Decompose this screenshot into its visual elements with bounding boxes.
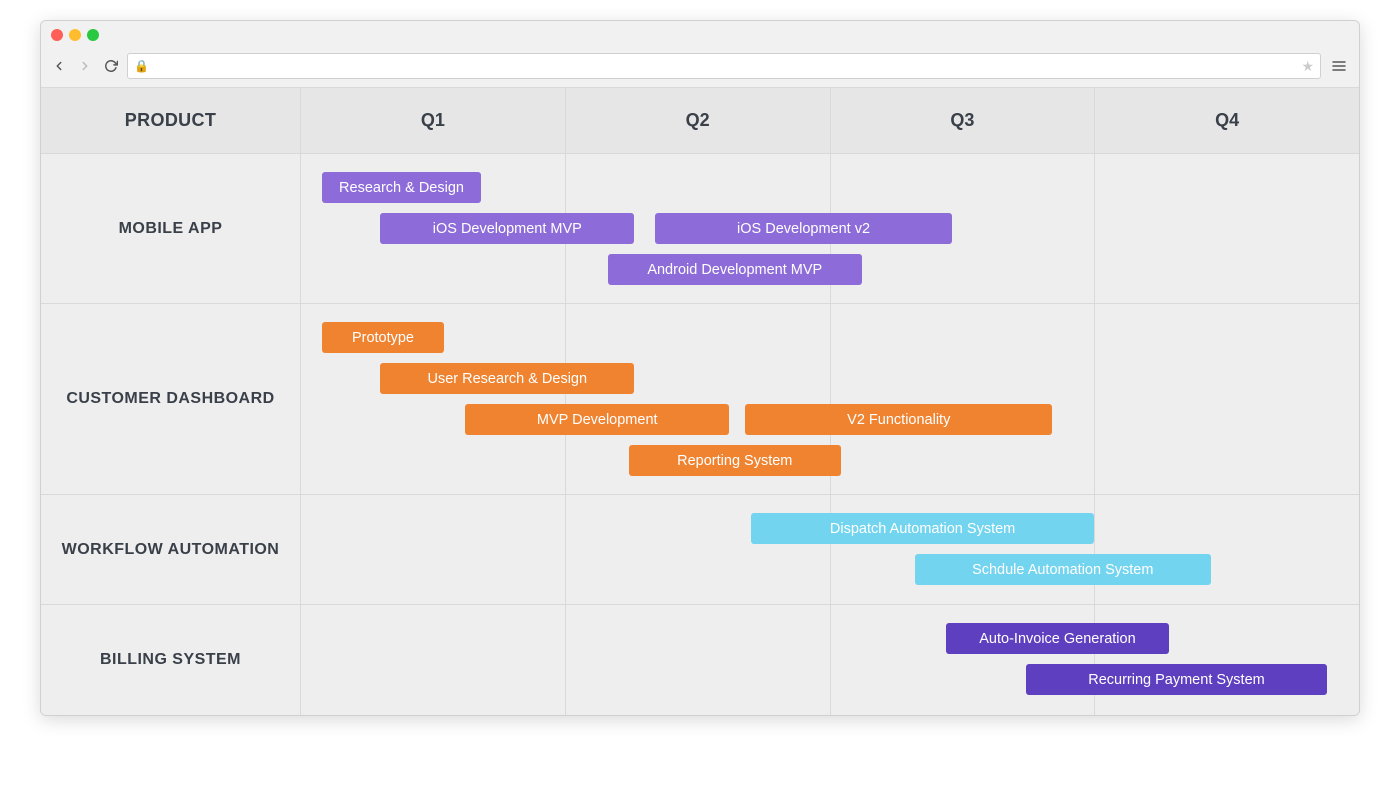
bars-container: Auto-Invoice Generation Recurring Payment… — [301, 623, 1359, 695]
roadmap-bar[interactable]: Recurring Payment System — [1026, 664, 1328, 695]
column-header-product: PRODUCT — [41, 88, 301, 153]
lock-icon: 🔒 — [134, 59, 149, 73]
bar-line: Android Development MVP — [301, 254, 1359, 285]
reload-icon — [104, 59, 118, 73]
roadmap-grid: PRODUCT Q1 Q2 Q3 Q4 MOBILE APP Research &… — [41, 88, 1359, 715]
window-zoom-icon[interactable] — [87, 29, 99, 41]
roadmap-row: BILLING SYSTEM Auto-Invoice Generation Rec… — [41, 605, 1359, 715]
column-header-q2: Q2 — [566, 88, 831, 153]
window-minimize-icon[interactable] — [69, 29, 81, 41]
bars-container: Research & DesigniOS Development MVPiOS … — [301, 172, 1359, 285]
roadmap-bar[interactable]: MVP Development — [465, 404, 730, 435]
column-header-q3: Q3 — [831, 88, 1096, 153]
window-close-icon[interactable] — [51, 29, 63, 41]
row-body: Prototype User Research & Design MVP Devel… — [301, 304, 1359, 494]
bars-container: Prototype User Research & Design MVP Devel… — [301, 322, 1359, 476]
row-body: Dispatch Automation System Schdule Automa… — [301, 495, 1359, 604]
roadmap-bar[interactable]: Schdule Automation System — [915, 554, 1211, 585]
row-label: WORKFLOW AUTOMATION — [41, 495, 301, 604]
row-body: Research & DesigniOS Development MVPiOS … — [301, 154, 1359, 303]
column-header-q4: Q4 — [1095, 88, 1359, 153]
back-button[interactable] — [49, 56, 69, 76]
column-header-q1: Q1 — [301, 88, 566, 153]
bar-line: Research & Design — [301, 172, 1359, 203]
window-titlebar — [41, 21, 1359, 49]
row-body: Auto-Invoice Generation Recurring Payment… — [301, 605, 1359, 715]
roadmap-bar[interactable]: Research & Design — [322, 172, 481, 203]
bar-line: Prototype — [301, 322, 1359, 353]
browser-toolbar: 🔒 ★ — [41, 49, 1359, 88]
forward-button[interactable] — [75, 56, 95, 76]
roadmap-bar[interactable]: User Research & Design — [380, 363, 634, 394]
bar-line: Dispatch Automation System — [301, 513, 1359, 544]
browser-window: 🔒 ★ PRODUCT Q1 Q2 Q3 Q4 MOBILE APP Resear… — [40, 20, 1360, 716]
row-label: BILLING SYSTEM — [41, 605, 301, 715]
bar-line: Recurring Payment System — [301, 664, 1359, 695]
roadmap-bar[interactable]: Reporting System — [629, 445, 841, 476]
bookmark-star-icon[interactable]: ★ — [1301, 58, 1314, 75]
roadmap-row: MOBILE APP Research & Design iOS Developme… — [41, 154, 1359, 304]
address-bar[interactable]: 🔒 ★ — [127, 53, 1321, 79]
roadmap-bar[interactable]: Dispatch Automation System — [751, 513, 1095, 544]
arrow-right-icon — [78, 59, 92, 73]
bar-line: Schdule Automation System — [301, 554, 1359, 585]
roadmap-bar[interactable]: V2 Functionality — [745, 404, 1052, 435]
roadmap-bar[interactable]: iOS Development v2 — [655, 213, 951, 244]
roadmap-bar[interactable]: Auto-Invoice Generation — [946, 623, 1168, 654]
bar-line: Auto-Invoice Generation — [301, 623, 1359, 654]
bars-container: Dispatch Automation System Schdule Automa… — [301, 513, 1359, 585]
roadmap-header-row: PRODUCT Q1 Q2 Q3 Q4 — [41, 88, 1359, 154]
reload-button[interactable] — [101, 56, 121, 76]
hamburger-icon — [1331, 58, 1347, 74]
roadmap-bar[interactable]: Prototype — [322, 322, 444, 353]
bar-line: MVP Development V2 Functionality — [301, 404, 1359, 435]
bar-line: Reporting System — [301, 445, 1359, 476]
roadmap-row: CUSTOMER DASHBOARD Prototype User Research… — [41, 304, 1359, 495]
row-label: CUSTOMER DASHBOARD — [41, 304, 301, 494]
browser-menu-button[interactable] — [1327, 54, 1351, 78]
row-label: MOBILE APP — [41, 154, 301, 303]
arrow-left-icon — [52, 59, 66, 73]
roadmap-bar[interactable]: Android Development MVP — [608, 254, 862, 285]
bar-line: User Research & Design — [301, 363, 1359, 394]
bar-line: iOS Development MVP iOS Development v2 — [301, 213, 1359, 244]
roadmap-bar[interactable]: iOS Development MVP — [380, 213, 634, 244]
roadmap-row: WORKFLOW AUTOMATIONDispatch Automation S… — [41, 495, 1359, 605]
